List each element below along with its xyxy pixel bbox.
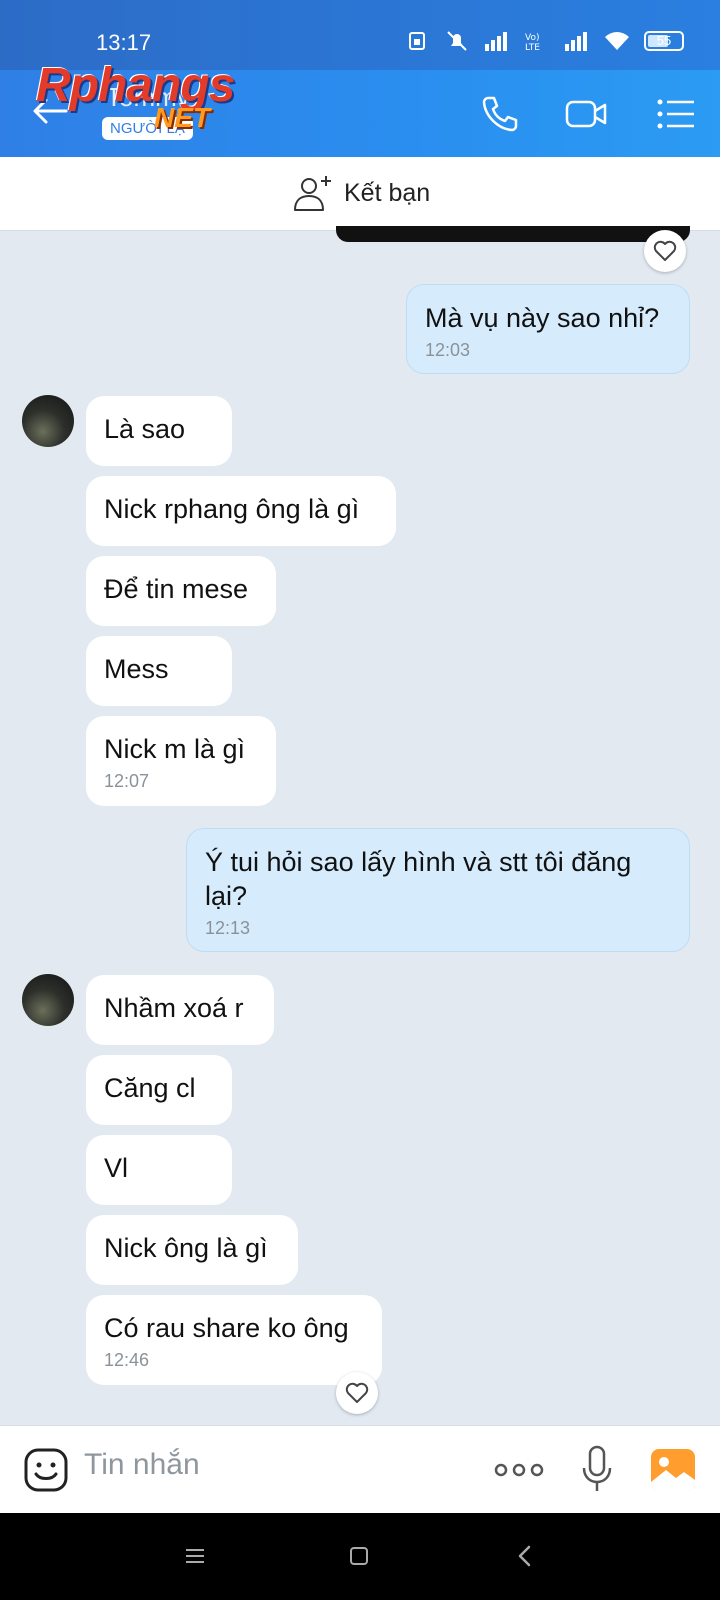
recents-icon[interactable]: [180, 1541, 210, 1571]
message-bubble-received[interactable]: Nick ông là gì: [86, 1215, 298, 1285]
message-text: Vl: [104, 1153, 129, 1183]
message-text: Mà vụ này sao nhỉ?: [425, 303, 660, 333]
previous-message-fragment: [336, 226, 690, 242]
menu-list-icon[interactable]: [654, 92, 698, 136]
logo-sub-text: NET: [154, 102, 210, 133]
message-time: 12:46: [104, 1350, 150, 1370]
system-nav-bar: [0, 1513, 720, 1600]
add-friend-label: Kết bạn: [344, 178, 431, 207]
battery-icon: 55: [644, 31, 684, 51]
svg-text:Vo): Vo): [525, 33, 539, 43]
message-input[interactable]: Tin nhắn: [84, 1448, 200, 1482]
heart-icon: [653, 240, 677, 261]
message-bubble-received[interactable]: Là sao: [86, 396, 232, 466]
message-text: Nhầm xoá r: [104, 993, 244, 1023]
screen-rotate-icon: [409, 32, 425, 50]
message-bubble-received[interactable]: Mess: [86, 636, 232, 706]
message-text: Ý tui hỏi sao lấy hình và stt tôi đăng l…: [205, 847, 632, 911]
message-composer: Tin nhắn: [0, 1425, 720, 1514]
signal-2-icon: [565, 32, 587, 51]
message-bubble-sent[interactable]: Mà vụ này sao nhỉ? 12:03: [406, 284, 690, 374]
message-bubble-received[interactable]: Vl: [86, 1135, 232, 1205]
message-text: Mess: [104, 654, 169, 684]
sticker-icon[interactable]: [24, 1448, 68, 1492]
home-icon[interactable]: [344, 1541, 374, 1571]
status-icons: Vo) LTE 55: [404, 30, 684, 52]
message-time: 12:07: [104, 771, 150, 791]
battery-level: 55: [656, 33, 672, 48]
photo-gallery-icon[interactable]: [650, 1448, 696, 1492]
message-bubble-received[interactable]: Nhầm xoá r: [86, 975, 274, 1045]
microphone-icon[interactable]: [580, 1444, 614, 1494]
watermark-logo: Rphangs NET: [36, 58, 256, 148]
wifi-icon: [605, 32, 629, 50]
add-friend-button[interactable]: Kết bạn: [292, 172, 430, 214]
message-bubble-received[interactable]: Nick rphang ông là gì: [86, 476, 396, 546]
message-bubble-sent[interactable]: Ý tui hỏi sao lấy hình và stt tôi đăng l…: [186, 828, 690, 952]
contact-avatar[interactable]: [22, 395, 74, 447]
volte-icon: Vo)LTE: [525, 33, 540, 52]
message-time: 12:13: [205, 918, 251, 938]
message-text: Để tin mese: [104, 574, 249, 604]
react-heart-button[interactable]: [644, 230, 686, 272]
status-time: 13:17: [96, 30, 152, 55]
message-bubble-received[interactable]: Căng cl: [86, 1055, 232, 1125]
message-time: 12:03: [425, 340, 471, 360]
more-options-icon[interactable]: [494, 1460, 544, 1480]
contact-avatar[interactable]: [22, 974, 74, 1026]
chat-header: 13:17 Vo) LTE 55 Tommy NGƯỜI LẠ Rphangs N…: [0, 0, 720, 157]
mute-icon: [447, 31, 467, 51]
message-bubble-received[interactable]: Để tin mese: [86, 556, 276, 626]
message-text: Nick m là gì: [104, 734, 246, 764]
message-bubble-received[interactable]: Nick m là gì 12:07: [86, 716, 276, 806]
signal-icon: [485, 32, 507, 51]
message-text: Nick ông là gì: [104, 1233, 268, 1263]
heart-icon: [345, 1382, 369, 1403]
message-text: Nick rphang ông là gì: [104, 494, 360, 524]
message-text: Có rau share ko ông: [104, 1313, 349, 1343]
message-text: Căng cl: [104, 1073, 196, 1103]
add-friend-icon: [294, 176, 331, 211]
phone-icon[interactable]: [478, 92, 522, 136]
nav-back-icon[interactable]: [510, 1541, 540, 1571]
svg-text:LTE: LTE: [525, 43, 540, 52]
react-heart-button[interactable]: [336, 1372, 378, 1414]
video-call-icon[interactable]: [564, 92, 608, 136]
message-text: Là sao: [104, 414, 186, 444]
add-friend-bar[interactable]: Kết bạn: [0, 157, 720, 231]
message-bubble-received[interactable]: Có rau share ko ông 12:46: [86, 1295, 382, 1385]
